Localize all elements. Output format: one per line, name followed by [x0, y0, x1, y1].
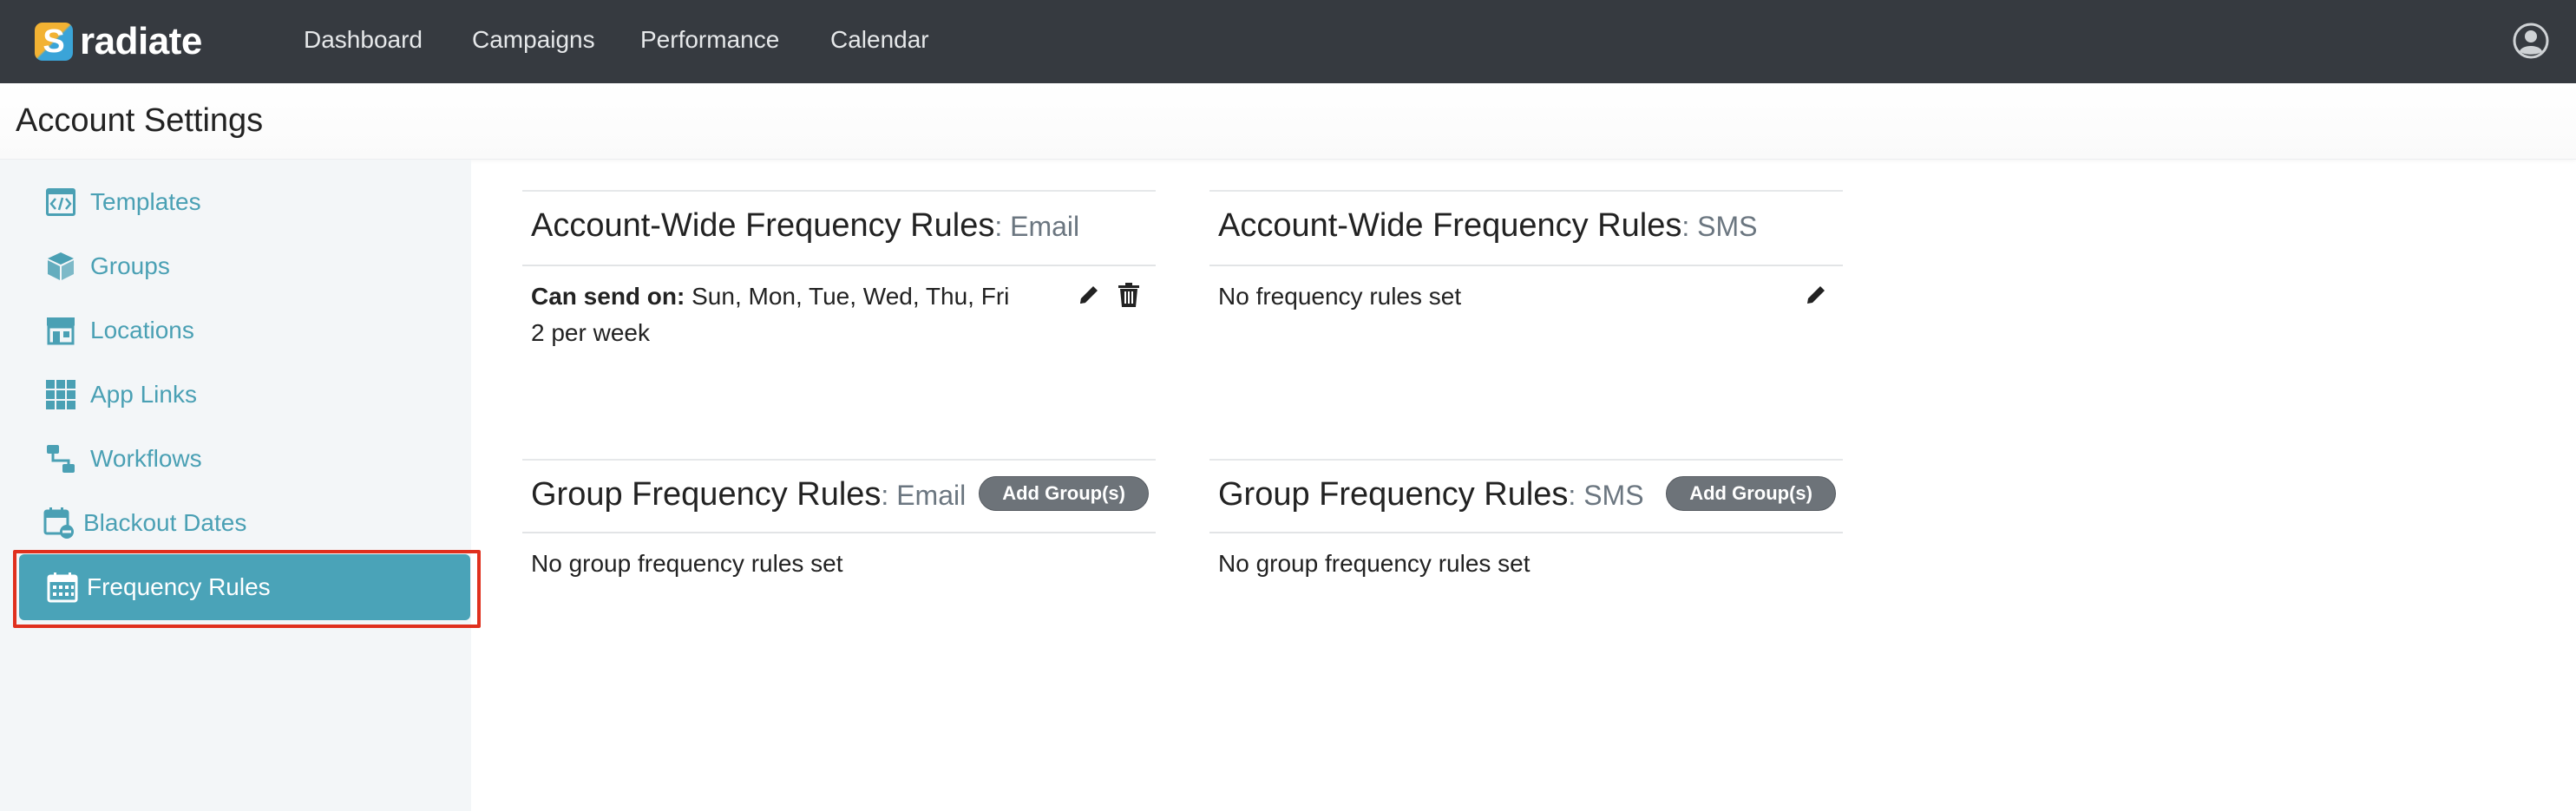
top-nav: S radiate Dashboard Campaigns Performanc… [0, 0, 2576, 83]
empty-state-text: No group frequency rules set [531, 550, 843, 577]
grid-icon [43, 377, 78, 412]
pencil-icon[interactable] [1801, 280, 1831, 310]
sidebar-item-label: Templates [90, 188, 201, 215]
panel-header: Group Frequency Rules: Email Add Group(s… [522, 461, 1156, 533]
sidebar-item-app-links[interactable]: App Links [43, 373, 197, 416]
panel-channel: : Email [994, 211, 1080, 242]
nav-dashboard[interactable]: Dashboard [304, 23, 423, 57]
user-circle-icon[interactable] [2513, 23, 2549, 59]
rule-days: Can send on: Sun, Mon, Tue, Wed, Thu, Fr… [531, 278, 1147, 315]
calendar-minus-icon [43, 506, 75, 540]
nav-campaigns[interactable]: Campaigns [472, 23, 595, 57]
workflow-icon [43, 441, 78, 476]
panel-channel: : SMS [1681, 211, 1758, 242]
empty-state-text: No frequency rules set [1218, 283, 1462, 310]
panel-title-text: Group Frequency Rules [1218, 476, 1569, 513]
sidebar-item-label: App Links [90, 381, 197, 408]
logo-wordmark: radiate [80, 20, 202, 62]
sidebar-item-label: Locations [90, 317, 194, 343]
nav-performance[interactable]: Performance [640, 23, 779, 57]
panel-channel: : Email [881, 480, 967, 511]
storefront-icon [43, 313, 78, 348]
nav-calendar[interactable]: Calendar [830, 23, 929, 57]
pencil-icon[interactable] [1074, 280, 1104, 310]
panel-channel: : SMS [1568, 480, 1644, 511]
sidebar-item-blackout-dates[interactable]: Blackout Dates [43, 501, 246, 545]
panel-title: Account-Wide Frequency Rules: SMS [1218, 207, 1757, 245]
account-sms-rules-panel: Account-Wide Frequency Rules: SMS No fre… [1209, 190, 1843, 327]
panel-header: Account-Wide Frequency Rules: Email [522, 192, 1156, 266]
radiate-logo-mark: S [35, 23, 73, 61]
account-email-rules-panel: Account-Wide Frequency Rules: Email Can … [522, 190, 1156, 363]
panel-header: Group Frequency Rules: SMS Add Group(s) [1209, 461, 1843, 533]
sidebar-item-groups[interactable]: Groups [43, 245, 170, 288]
sidebar-item-locations[interactable]: Locations [43, 309, 194, 352]
panel-header: Account-Wide Frequency Rules: SMS [1209, 192, 1843, 266]
panel-body: Can send on: Sun, Mon, Tue, Wed, Thu, Fr… [522, 266, 1156, 363]
sidebar-item-label: Workflows [90, 445, 202, 472]
radiate-logo[interactable]: S radiate [35, 20, 202, 62]
sidebar-item-label: Blackout Dates [83, 509, 247, 536]
panel-title: Account-Wide Frequency Rules: Email [531, 207, 1079, 245]
add-groups-button[interactable]: Add Group(s) [1666, 476, 1836, 511]
add-groups-button[interactable]: Add Group(s) [979, 476, 1149, 511]
panel-title: Group Frequency Rules: SMS [1218, 476, 1644, 513]
trash-icon[interactable] [1114, 280, 1144, 310]
group-email-rules-panel: Group Frequency Rules: Email Add Group(s… [522, 459, 1156, 594]
rule-label: Can send on: [531, 283, 685, 310]
cube-icon [43, 249, 78, 284]
panel-body: No group frequency rules set [522, 533, 1156, 594]
code-window-icon [43, 185, 78, 219]
highlight-box [13, 550, 481, 628]
panel-title-text: Account-Wide Frequency Rules [1218, 207, 1682, 244]
panel-title-text: Account-Wide Frequency Rules [531, 207, 995, 244]
page-title: Account Settings [16, 102, 264, 139]
empty-state-text: No group frequency rules set [1218, 550, 1531, 577]
logo-mark-letter: S [43, 23, 65, 60]
panel-body: No group frequency rules set [1209, 533, 1843, 594]
settings-sidebar: Templates Groups Locations App Links Wor… [0, 160, 471, 811]
page-header: Account Settings [0, 83, 2576, 160]
group-sms-rules-panel: Group Frequency Rules: SMS Add Group(s) … [1209, 459, 1843, 594]
rule-days-value: Sun, Mon, Tue, Wed, Thu, Fri [685, 283, 1010, 310]
sidebar-item-label: Groups [90, 252, 170, 279]
rule-limit: 2 per week [531, 319, 650, 346]
panel-title-text: Group Frequency Rules [531, 476, 882, 513]
sidebar-item-templates[interactable]: Templates [43, 180, 201, 224]
panel-body: No frequency rules set [1209, 266, 1843, 327]
sidebar-item-workflows[interactable]: Workflows [43, 437, 202, 481]
panel-title: Group Frequency Rules: Email [531, 476, 966, 513]
